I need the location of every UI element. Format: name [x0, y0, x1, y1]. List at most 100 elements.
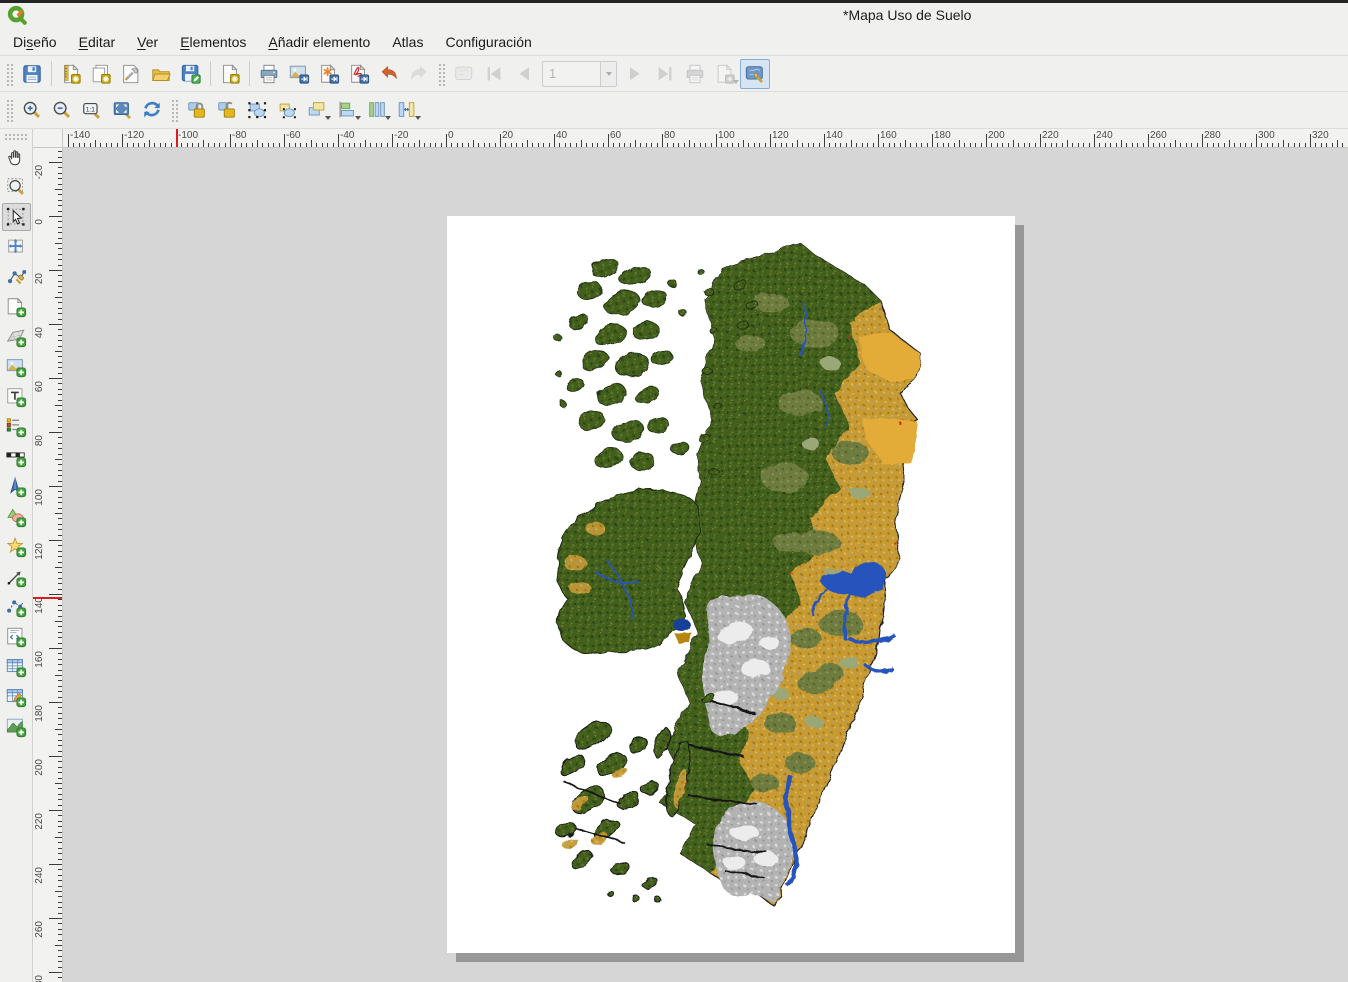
- horizontal-ruler[interactable]: -140-120-100-80-60-40-200204060801001201…: [63, 129, 1348, 148]
- previous-feature-button[interactable]: [509, 59, 539, 89]
- add-marker-tool[interactable]: [2, 533, 31, 561]
- qgis-layout-window: *Mapa Uso de Suelo DiseñoEditarVerElemen…: [0, 0, 1348, 982]
- zoom-tool[interactable]: [2, 173, 31, 201]
- h-ruler-label: -40: [340, 130, 354, 141]
- atlas-page-dropdown[interactable]: [600, 61, 617, 87]
- open-template-folder-button[interactable]: [146, 59, 176, 89]
- layout-manager-button[interactable]: [116, 59, 146, 89]
- zoom-full-button[interactable]: [107, 95, 137, 125]
- add-scalebar-tool[interactable]: [2, 443, 31, 471]
- layout-page[interactable]: [447, 216, 1015, 953]
- menu-diseño[interactable]: Diseño: [2, 31, 68, 53]
- add-picture-icon: [5, 356, 27, 378]
- redo-button[interactable]: [404, 59, 434, 89]
- add-elevation-profile-tool[interactable]: [2, 713, 31, 741]
- first-feature-button[interactable]: [479, 59, 509, 89]
- align-items-icon: [336, 99, 358, 121]
- add-shape-tool[interactable]: [2, 503, 31, 531]
- resize-items-button[interactable]: [392, 95, 422, 125]
- unlock-all-button[interactable]: [212, 95, 242, 125]
- svg-text:1:1: 1:1: [86, 106, 95, 113]
- layout-toolbar: [0, 55, 1348, 92]
- align-items-button[interactable]: [332, 95, 362, 125]
- refresh-button[interactable]: [137, 95, 167, 125]
- print-button[interactable]: [254, 59, 284, 89]
- menu-editar[interactable]: Editar: [68, 31, 127, 53]
- add-node-item-tool[interactable]: [2, 593, 31, 621]
- export-svg-icon: [318, 63, 340, 85]
- menu-configuración[interactable]: Configuración: [434, 31, 542, 53]
- v-ruler-label: 20: [34, 273, 45, 284]
- atlas-settings-button[interactable]: [740, 59, 770, 89]
- last-feature-icon: [654, 63, 676, 85]
- pan-layout-tool[interactable]: [2, 143, 31, 171]
- add-north-arrow-tool[interactable]: [2, 473, 31, 501]
- distribute-items-button[interactable]: [362, 95, 392, 125]
- menu-añadir-elemento[interactable]: Añadir elemento: [257, 31, 381, 53]
- add-map-tool[interactable]: [2, 293, 31, 321]
- h-ruler-label: 220: [1042, 130, 1059, 141]
- toolbar-grip[interactable]: [170, 98, 179, 122]
- last-feature-button[interactable]: [650, 59, 680, 89]
- folder-icon: [150, 63, 172, 85]
- h-ruler-label: 160: [880, 130, 897, 141]
- raise-items-button[interactable]: [302, 95, 332, 125]
- zoom-full-icon: [111, 99, 133, 121]
- zoom-actual-button[interactable]: 1:1: [77, 95, 107, 125]
- land-use-map[interactable]: [550, 243, 922, 908]
- preview-atlas-button[interactable]: [449, 59, 479, 89]
- zoom-region-icon: [5, 176, 27, 198]
- v-ruler-label: 40: [34, 327, 45, 338]
- add-legend-tool[interactable]: [2, 413, 31, 441]
- add-picture-tool[interactable]: [2, 353, 31, 381]
- menu-ver[interactable]: Ver: [126, 31, 169, 53]
- atlas-page-combo[interactable]: [542, 61, 617, 87]
- h-ruler-label: 240: [1096, 130, 1113, 141]
- save-as-template-button[interactable]: [176, 59, 206, 89]
- h-ruler-label: 140: [826, 130, 843, 141]
- v-ruler-label: 180: [34, 705, 45, 722]
- next-feature-button[interactable]: [620, 59, 650, 89]
- separator: [249, 61, 250, 86]
- add-html-tool[interactable]: [2, 623, 31, 651]
- export-as-svg-button[interactable]: [314, 59, 344, 89]
- menu-elementos[interactable]: Elementos: [169, 31, 257, 53]
- atlas-page-input[interactable]: [542, 61, 600, 87]
- vertical-ruler[interactable]: -200204060801001201401601802002202402602…: [33, 148, 63, 982]
- duplicate-layout-button[interactable]: [86, 59, 116, 89]
- group-items-button[interactable]: [242, 95, 272, 125]
- export-as-image-button[interactable]: [284, 59, 314, 89]
- new-layout-button[interactable]: [56, 59, 86, 89]
- add-attribute-table-tool[interactable]: [2, 653, 31, 681]
- add-items-from-template-button[interactable]: [215, 59, 245, 89]
- separator: [51, 61, 52, 86]
- print-atlas-button[interactable]: [680, 59, 710, 89]
- menu-atlas[interactable]: Atlas: [381, 31, 434, 53]
- add-fixed-table-icon: [5, 686, 27, 708]
- move-item-content-tool[interactable]: [2, 233, 31, 261]
- toolbox-grip[interactable]: [4, 133, 28, 141]
- lock-selected-items-button[interactable]: [182, 95, 212, 125]
- toolbar-grip[interactable]: [5, 98, 14, 122]
- export-atlas-button[interactable]: [710, 59, 740, 89]
- h-ruler-label: 120: [772, 130, 789, 141]
- toolbar-grip[interactable]: [5, 62, 14, 86]
- edit-nodes-item-tool[interactable]: [2, 263, 31, 291]
- zoom-out-button[interactable]: [47, 95, 77, 125]
- zoom-in-button[interactable]: [17, 95, 47, 125]
- add-arrow-tool[interactable]: [2, 563, 31, 591]
- add-fixed-table-tool[interactable]: [2, 683, 31, 711]
- export-as-pdf-button[interactable]: [344, 59, 374, 89]
- add-label-tool[interactable]: [2, 383, 31, 411]
- add-3d-map-tool[interactable]: [2, 323, 31, 351]
- toolbox-dock: [0, 129, 33, 982]
- select-move-item-tool[interactable]: [2, 203, 31, 231]
- ruler-corner: [33, 129, 63, 148]
- save-project-button[interactable]: [17, 59, 47, 89]
- undo-button[interactable]: [374, 59, 404, 89]
- ungroup-items-button[interactable]: [272, 95, 302, 125]
- toolbar-grip[interactable]: [437, 62, 446, 86]
- preview-atlas-icon: [453, 63, 475, 85]
- layout-canvas[interactable]: [63, 148, 1348, 982]
- h-ruler-label: 260: [1150, 130, 1167, 141]
